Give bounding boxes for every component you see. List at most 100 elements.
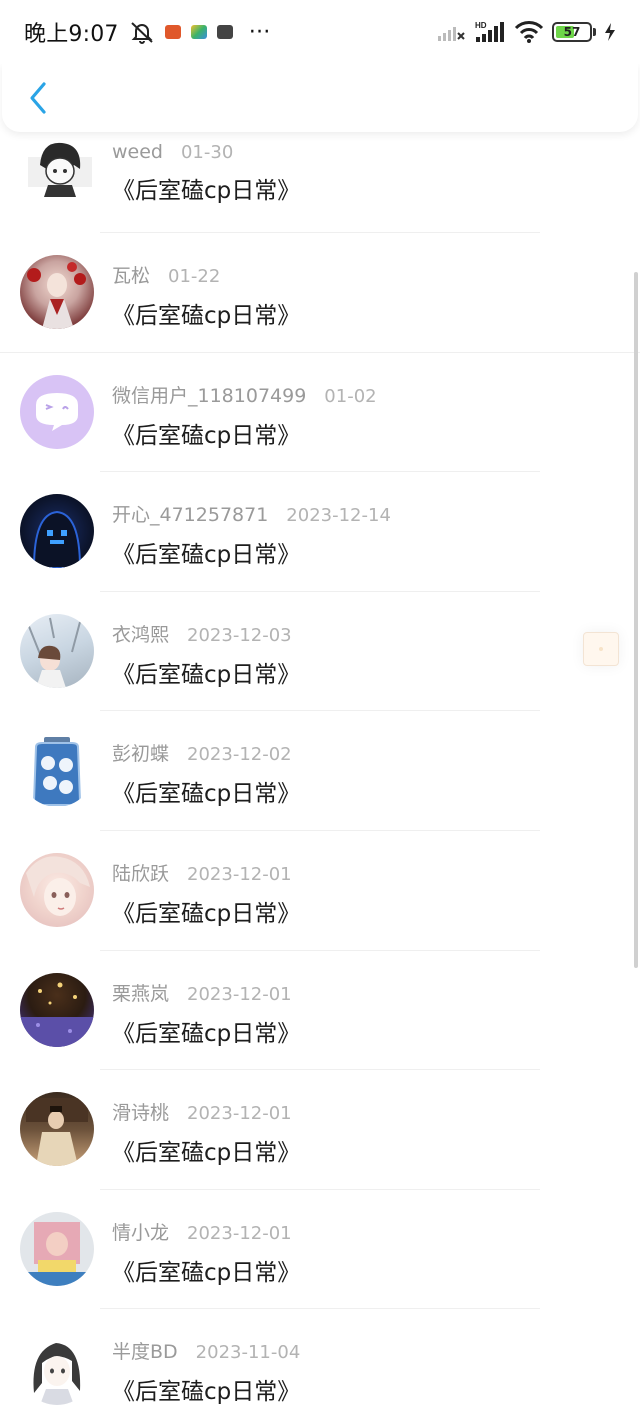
scrollbar[interactable] bbox=[634, 272, 638, 968]
item-text: 彭初蝶 2023-12-02 《后室磕cp日常》 bbox=[112, 739, 620, 808]
avatar bbox=[20, 1092, 94, 1167]
sparkle-icon bbox=[599, 647, 603, 651]
avatar bbox=[20, 494, 94, 569]
item-meta: 微信用户_118107499 01-02 bbox=[112, 381, 620, 408]
item-title: 《后室磕cp日常》 bbox=[112, 303, 301, 329]
list-item[interactable]: 半度BD 2023-11-04 《后室磕cp日常》 bbox=[0, 1309, 640, 1423]
avatar bbox=[20, 733, 94, 808]
app-notification-icon bbox=[164, 25, 181, 39]
user-name: 瓦松 bbox=[112, 265, 151, 287]
network-label: HD bbox=[475, 21, 487, 30]
list-item[interactable]: weed 01-30 《后室磕cp日常》 bbox=[0, 135, 640, 233]
list-item[interactable]: 衣鸿熙 2023-12-03 《后室磕cp日常》 bbox=[0, 592, 640, 712]
user-name: 衣鸿熙 bbox=[112, 623, 170, 646]
item-title: 《后室磕cp日常》 bbox=[112, 661, 301, 688]
item-title: 《后室磕cp日常》 bbox=[112, 1140, 301, 1167]
avatar bbox=[20, 613, 94, 688]
battery-indicator: 57 bbox=[552, 22, 592, 42]
item-date: 2023-12-01 bbox=[187, 983, 292, 1005]
chevron-left-icon bbox=[30, 82, 46, 114]
list-item[interactable]: 陆欣跃 2023-12-01 《后室磕cp日常》 bbox=[0, 831, 640, 951]
list-item[interactable]: 彭初蝶 2023-12-02 《后室磕cp日常》 bbox=[0, 711, 640, 831]
item-text: 衣鸿熙 2023-12-03 《后室磕cp日常》 bbox=[112, 620, 620, 689]
list-item[interactable]: 开心_471257871 2023-12-14 《后室磕cp日常》 bbox=[0, 472, 640, 592]
gallery-notification-icon bbox=[216, 25, 233, 39]
item-meta: 陆欣跃 2023-12-01 bbox=[112, 859, 620, 886]
item-title: 《后室磕cp日常》 bbox=[112, 1259, 301, 1286]
item-title: 《后室磕cp日常》 bbox=[112, 1379, 301, 1406]
user-name: 滑诗桃 bbox=[112, 1102, 170, 1125]
avatar bbox=[20, 374, 94, 449]
item-text: 微信用户_118107499 01-02 《后室磕cp日常》 bbox=[112, 381, 620, 450]
item-date: 2023-12-01 bbox=[187, 863, 292, 885]
avatar bbox=[20, 1211, 94, 1286]
status-notification-icons: ⋯ bbox=[129, 20, 271, 44]
user-name: 情小龙 bbox=[112, 1221, 170, 1244]
item-meta: 开心_471257871 2023-12-14 bbox=[112, 500, 620, 527]
item-title: 《后室磕cp日常》 bbox=[112, 542, 301, 569]
signal-hd-icon: HD bbox=[475, 21, 504, 42]
item-date: 2023-12-01 bbox=[187, 1222, 292, 1244]
list-item[interactable]: 栗燕岚 2023-12-01 《后室磕cp日常》 bbox=[0, 951, 640, 1071]
item-date: 01-30 bbox=[180, 142, 234, 163]
item-date: 2023-12-02 bbox=[187, 744, 292, 766]
item-meta: 彭初蝶 2023-12-02 bbox=[112, 739, 620, 766]
avatar bbox=[20, 972, 94, 1047]
user-name: 陆欣跃 bbox=[112, 862, 170, 885]
avatar bbox=[20, 852, 94, 927]
battery-cap bbox=[593, 28, 596, 36]
user-name: 微信用户_118107499 bbox=[112, 384, 307, 407]
item-text: 滑诗桃 2023-12-01 《后室磕cp日常》 bbox=[112, 1098, 620, 1167]
item-text: 开心_471257871 2023-12-14 《后室磕cp日常》 bbox=[112, 500, 620, 569]
signal-weak-icon bbox=[438, 27, 465, 41]
item-meta: 情小龙 2023-12-01 bbox=[112, 1218, 620, 1245]
user-name: 半度BD bbox=[112, 1341, 178, 1364]
user-name: 栗燕岚 bbox=[112, 982, 170, 1005]
item-title: 《后室磕cp日常》 bbox=[112, 1020, 301, 1047]
charging-bolt-icon bbox=[605, 23, 615, 41]
item-title: 《后室磕cp日常》 bbox=[112, 781, 301, 808]
battery-percent: 57 bbox=[563, 25, 581, 39]
avatar bbox=[20, 1331, 94, 1406]
item-date: 2023-12-03 bbox=[187, 624, 292, 646]
mute-bell-icon bbox=[130, 22, 153, 44]
list-item[interactable]: 瓦松 01-22 《后室磕cp日常》 bbox=[0, 233, 640, 353]
avatar bbox=[28, 135, 92, 199]
item-meta: 瓦松 01-22 bbox=[112, 261, 620, 288]
item-date: 2023-12-01 bbox=[187, 1103, 292, 1125]
back-button[interactable] bbox=[20, 78, 56, 118]
item-meta: 半度BD 2023-11-04 bbox=[112, 1337, 620, 1364]
supporter-list: weed 01-30 《后室磕cp日常》 瓦松 01-22 《后室磕cp日常》 bbox=[0, 135, 640, 1423]
list-item[interactable]: 微信用户_118107499 01-02 《后室磕cp日常》 bbox=[0, 353, 640, 473]
item-text: weed 01-30 《后室磕cp日常》 bbox=[112, 141, 620, 205]
item-text: 情小龙 2023-12-01 《后室磕cp日常》 bbox=[112, 1218, 620, 1287]
item-date: 01-02 bbox=[324, 385, 377, 407]
status-bar: 晚上9:07 ⋯ HD 57 bbox=[0, 0, 640, 64]
list-item[interactable]: 情小龙 2023-12-01 《后室磕cp日常》 bbox=[0, 1190, 640, 1310]
user-name: 彭初蝶 bbox=[112, 743, 170, 766]
more-notifications-icon: ⋯ bbox=[248, 19, 271, 44]
user-name: 开心_471257871 bbox=[112, 504, 269, 527]
item-meta: 滑诗桃 2023-12-01 bbox=[112, 1098, 620, 1125]
item-text: 瓦松 01-22 《后室磕cp日常》 bbox=[112, 261, 620, 330]
status-right-icons: HD 57 bbox=[436, 20, 616, 44]
avatar bbox=[20, 255, 94, 329]
status-time: 晚上9:07 bbox=[24, 22, 119, 47]
top-nav-bar bbox=[2, 64, 638, 132]
item-meta: 衣鸿熙 2023-12-03 bbox=[112, 620, 620, 647]
wifi-icon bbox=[514, 21, 544, 43]
item-title: 《后室磕cp日常》 bbox=[112, 178, 301, 204]
item-text: 陆欣跃 2023-12-01 《后室磕cp日常》 bbox=[112, 859, 620, 928]
item-title: 《后室磕cp日常》 bbox=[112, 900, 301, 927]
item-date: 01-22 bbox=[168, 266, 221, 287]
list-item[interactable]: 滑诗桃 2023-12-01 《后室磕cp日常》 bbox=[0, 1070, 640, 1190]
item-meta: weed 01-30 bbox=[112, 141, 620, 163]
user-name: weed bbox=[112, 141, 163, 163]
item-meta: 栗燕岚 2023-12-01 bbox=[112, 979, 620, 1006]
photos-notification-icon bbox=[190, 25, 207, 39]
item-date: 2023-12-14 bbox=[286, 505, 391, 527]
item-date: 2023-11-04 bbox=[195, 1342, 301, 1364]
floating-action-button[interactable] bbox=[583, 632, 619, 666]
item-title: 《后室磕cp日常》 bbox=[112, 422, 301, 449]
item-text: 栗燕岚 2023-12-01 《后室磕cp日常》 bbox=[112, 979, 620, 1048]
